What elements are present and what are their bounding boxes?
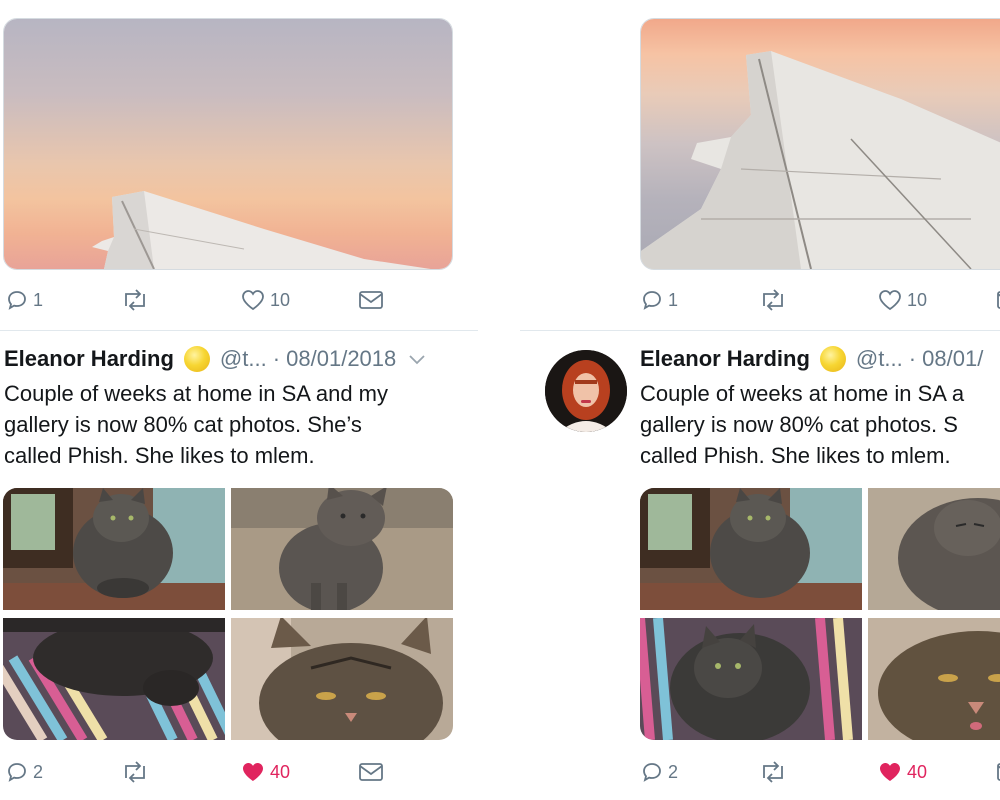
- tweet-text: Couple of weeks at home in SA and my gal…: [4, 378, 388, 471]
- reply-count: 2: [668, 761, 679, 782]
- envelope-icon: [997, 763, 1000, 781]
- retweet-icon: [763, 761, 783, 783]
- heart-icon: [880, 763, 900, 781]
- reply-icon: [8, 763, 26, 782]
- reply-button[interactable]: 1: [640, 288, 678, 312]
- tweet-date[interactable]: · 08/01/2018: [273, 346, 397, 372]
- cat-photo-face[interactable]: [868, 618, 1000, 740]
- reply-button[interactable]: 1: [5, 288, 43, 312]
- like-button[interactable]: 10: [240, 288, 290, 312]
- heart-icon: [879, 290, 901, 311]
- tweet-actions: 2 40: [0, 760, 450, 788]
- like-button[interactable]: 40: [877, 760, 927, 784]
- cat-photo-close[interactable]: [868, 488, 1000, 610]
- retweet-icon: [763, 289, 783, 311]
- retweet-button[interactable]: [120, 288, 150, 312]
- retweet-button[interactable]: [758, 288, 788, 312]
- tweet-divider: [0, 330, 478, 331]
- cat-photo-window[interactable]: [640, 488, 862, 610]
- tweet-actions: 1 10: [0, 288, 450, 316]
- like-count: 40: [270, 761, 291, 782]
- tweet-date[interactable]: · 08/01/: [909, 346, 984, 372]
- moon-icon: [819, 346, 846, 372]
- envelope-icon: [359, 291, 383, 309]
- tweet-text-line: Couple of weeks at home in SA and my: [4, 381, 388, 406]
- tweet-header: Eleanor Harding @t... · 08/01/: [640, 346, 983, 372]
- chevron-down-icon[interactable]: [408, 346, 426, 372]
- retweet-icon: [125, 289, 145, 311]
- like-button[interactable]: 10: [877, 288, 927, 312]
- cat-photo-blanket[interactable]: [640, 618, 862, 740]
- like-button[interactable]: 40: [240, 760, 290, 784]
- cat-photo-window[interactable]: [3, 488, 225, 610]
- cat-photo-face[interactable]: [231, 618, 453, 740]
- avatar[interactable]: [545, 350, 627, 432]
- reply-icon: [643, 763, 661, 782]
- tweet-text-line: Couple of weeks at home in SA a: [640, 381, 965, 406]
- envelope-icon: [359, 763, 383, 781]
- tweet-column-right: 1 10 Eleanor Harding @t... · 08/01/ Coup: [520, 0, 1000, 800]
- tweet-actions: 1 10: [640, 288, 1000, 316]
- retweet-button[interactable]: [758, 760, 788, 784]
- tweet-text: Couple of weeks at home in SA a gallery …: [640, 378, 964, 471]
- airplane-wing-image: [92, 191, 431, 269]
- reply-count: 1: [668, 289, 679, 310]
- like-count: 10: [907, 289, 928, 310]
- tweet-actions: 2 40: [640, 760, 1000, 788]
- direct-message-button[interactable]: [996, 288, 1000, 312]
- envelope-icon: [997, 291, 1000, 309]
- airplane-wing-image: [641, 51, 1000, 269]
- tweet-text-line: called Phish. She likes to mlem.: [4, 443, 315, 468]
- cat-photo-blanket[interactable]: [3, 618, 225, 740]
- retweet-icon: [125, 761, 145, 783]
- tweet-header: Eleanor Harding @t... · 08/01/2018: [4, 346, 426, 372]
- reply-icon: [8, 291, 26, 310]
- like-count: 40: [907, 761, 928, 782]
- like-count: 10: [270, 289, 291, 310]
- tweet-media-wing-photo[interactable]: [3, 18, 453, 270]
- tweet-photo-grid: [3, 488, 453, 740]
- author-name[interactable]: Eleanor Harding: [4, 346, 174, 372]
- author-handle[interactable]: @t...: [856, 346, 903, 372]
- heart-icon: [242, 290, 264, 311]
- tweet-photo-grid: [640, 488, 1000, 740]
- heart-icon: [243, 763, 263, 781]
- tweet-text-line: called Phish. She likes to mlem.: [640, 443, 951, 468]
- tweet-column-left: 1 10 Eleanor Harding @t... · 08/01/2018 …: [0, 0, 480, 800]
- author-handle[interactable]: @t...: [220, 346, 267, 372]
- retweet-button[interactable]: [120, 760, 150, 784]
- direct-message-button[interactable]: [996, 760, 1000, 784]
- tweet-text-line: gallery is now 80% cat photos. She’s: [4, 412, 362, 437]
- reply-count: 2: [33, 761, 44, 782]
- direct-message-button[interactable]: [358, 760, 384, 784]
- reply-button[interactable]: 2: [640, 760, 678, 784]
- cat-photo-outdoors[interactable]: [231, 488, 453, 610]
- reply-count: 1: [33, 289, 44, 310]
- tweet-text-line: gallery is now 80% cat photos. S: [640, 412, 958, 437]
- tweet-media-wing-photo[interactable]: [640, 18, 1000, 270]
- tweet-divider: [520, 330, 1000, 331]
- reply-button[interactable]: 2: [5, 760, 43, 784]
- moon-icon: [183, 346, 210, 372]
- direct-message-button[interactable]: [358, 288, 384, 312]
- reply-icon: [643, 291, 661, 310]
- author-name[interactable]: Eleanor Harding: [640, 346, 810, 372]
